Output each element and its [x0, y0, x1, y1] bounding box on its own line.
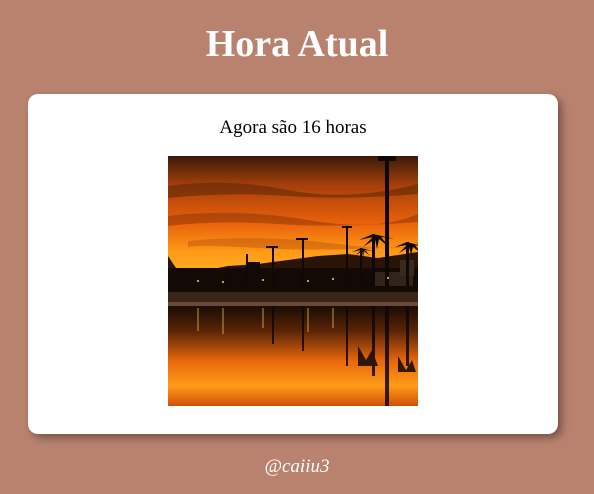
time-message: Agora são 16 horas — [219, 117, 367, 138]
content-card: Agora são 16 horas — [28, 94, 558, 434]
page-title: Hora Atual — [205, 23, 389, 65]
sunset-photo — [168, 156, 418, 406]
footer-credit: @caiiu3 — [264, 456, 330, 477]
